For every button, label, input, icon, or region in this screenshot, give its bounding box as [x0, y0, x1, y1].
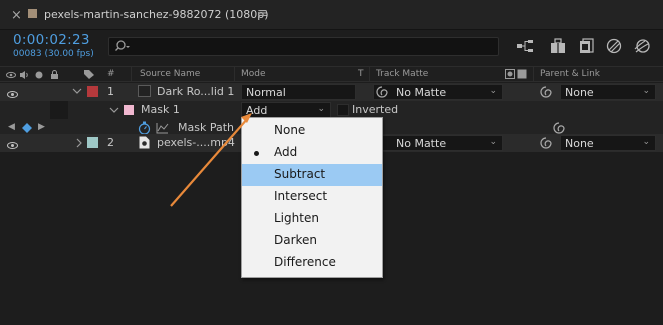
matte-icons — [505, 69, 529, 82]
frame-info: 00083 (30.00 fps) — [13, 49, 94, 59]
footage-file-icon — [139, 136, 150, 152]
panel-menu-icon[interactable]: ≡ — [257, 6, 268, 21]
column-divider — [131, 67, 132, 81]
search-icon — [115, 39, 131, 56]
visibility-eye-icon[interactable] — [7, 88, 18, 101]
pickwhip-icon[interactable] — [376, 86, 388, 101]
shy-layers-icon[interactable] — [578, 38, 596, 54]
parent-value: None — [565, 86, 594, 99]
layer-row[interactable]: 1 Dark Ro...lid 1 Normal No Matte ⌄ None… — [0, 83, 663, 101]
current-time-display[interactable]: 0:00:02:23 — [13, 32, 90, 48]
inverted-checkbox[interactable] — [337, 104, 349, 116]
menu-item-subtract[interactable]: Subtract — [242, 164, 382, 186]
layer-mode-value: Normal — [246, 86, 286, 99]
solid-layer-icon — [138, 85, 151, 97]
inverted-label: Inverted — [352, 103, 399, 116]
layer-columns-header: # Source Name Mode T Track Matte Parent … — [0, 66, 663, 82]
composition-tab-title[interactable]: pexels-martin-sanchez-9882072 (1080p) — [44, 8, 269, 21]
parent-pickwhip-icon[interactable] — [540, 86, 552, 101]
label-tag-icon — [83, 69, 95, 83]
layer-name[interactable]: pexels-....mp4 — [157, 136, 235, 149]
menu-item-add[interactable]: Add — [242, 142, 382, 164]
draft-3d-icon[interactable] — [549, 38, 567, 54]
mask-mode-dropdown[interactable]: Add ⌄ — [241, 102, 331, 118]
av-switches-header-icons — [6, 70, 68, 83]
menu-item-label: Intersect — [274, 189, 328, 203]
layer-search-input[interactable] — [108, 37, 499, 56]
track-matte-value: No Matte — [396, 86, 447, 99]
layer-name[interactable]: Dark Ro...lid 1 — [157, 85, 234, 98]
mask-color-swatch[interactable] — [124, 105, 134, 115]
menu-item-label: Add — [274, 145, 298, 159]
layer-mode-dropdown[interactable]: Normal — [241, 84, 356, 100]
comp-flowchart-icon[interactable] — [516, 38, 534, 54]
track-matte-dropdown[interactable]: No Matte ⌄ — [373, 84, 503, 100]
menu-item-label: Difference — [274, 255, 336, 269]
column-divider — [234, 67, 235, 81]
column-divider — [369, 67, 370, 81]
mask-mode-menu: None Add Subtract Intersect Lighten Dark… — [241, 117, 383, 278]
menu-item-label: Darken — [274, 233, 318, 247]
chevron-down-icon: ⌄ — [489, 137, 497, 147]
menu-item-label: Subtract — [274, 167, 326, 181]
label-color-swatch[interactable] — [87, 137, 98, 148]
track-matte-value: No Matte — [396, 137, 447, 150]
chevron-down-icon: ⌄ — [642, 137, 650, 147]
label-color-swatch[interactable] — [87, 86, 98, 97]
expand-chevron-icon[interactable] — [74, 136, 84, 153]
mask-mode-value: Add — [246, 104, 268, 117]
menu-item-lighten[interactable]: Lighten — [242, 208, 382, 230]
mask-name[interactable]: Mask 1 — [141, 103, 180, 116]
track-matte-dropdown[interactable]: No Matte ⌄ — [373, 135, 503, 151]
column-t: T — [358, 69, 364, 79]
frame-blending-icon[interactable] — [605, 38, 623, 54]
expand-chevron-icon[interactable] — [109, 103, 119, 120]
column-track-matte: Track Matte — [376, 69, 429, 79]
parent-dropdown[interactable]: None ⌄ — [560, 135, 656, 151]
switch-cell — [50, 101, 68, 119]
next-keyframe-icon[interactable]: ▶ — [38, 122, 45, 132]
menu-item-label: None — [274, 123, 306, 137]
parent-pickwhip-icon[interactable] — [540, 137, 552, 152]
composition-tab-bar: × pexels-martin-sanchez-9882072 (1080p) … — [0, 0, 663, 30]
menu-item-label: Lighten — [274, 211, 319, 225]
menu-item-difference[interactable]: Difference — [242, 252, 382, 274]
mask-path-label: Mask Path — [178, 121, 234, 134]
chevron-down-icon: ⌄ — [489, 86, 497, 96]
column-source-name[interactable]: Source Name — [140, 69, 200, 79]
parent-dropdown[interactable]: None ⌄ — [560, 84, 656, 100]
prev-keyframe-icon[interactable]: ◀ — [8, 122, 15, 132]
parent-value: None — [565, 137, 594, 150]
column-number: # — [107, 69, 115, 79]
column-parent-link: Parent & Link — [540, 69, 600, 79]
menu-item-intersect[interactable]: Intersect — [242, 186, 382, 208]
label-color-swatch — [28, 9, 37, 18]
layer-number: 1 — [107, 85, 114, 98]
layer-number: 2 — [107, 136, 114, 149]
close-tab-icon[interactable]: × — [11, 8, 22, 23]
menu-item-darken[interactable]: Darken — [242, 230, 382, 252]
column-divider — [533, 67, 534, 81]
expand-chevron-icon[interactable] — [72, 84, 82, 101]
menu-item-none[interactable]: None — [242, 120, 382, 142]
motion-blur-icon[interactable] — [633, 38, 651, 54]
column-mode: Mode — [241, 69, 266, 79]
selected-bullet-icon — [254, 151, 259, 156]
chevron-down-icon: ⌄ — [317, 104, 325, 114]
chevron-down-icon: ⌄ — [642, 86, 650, 96]
visibility-eye-icon[interactable] — [7, 139, 18, 152]
